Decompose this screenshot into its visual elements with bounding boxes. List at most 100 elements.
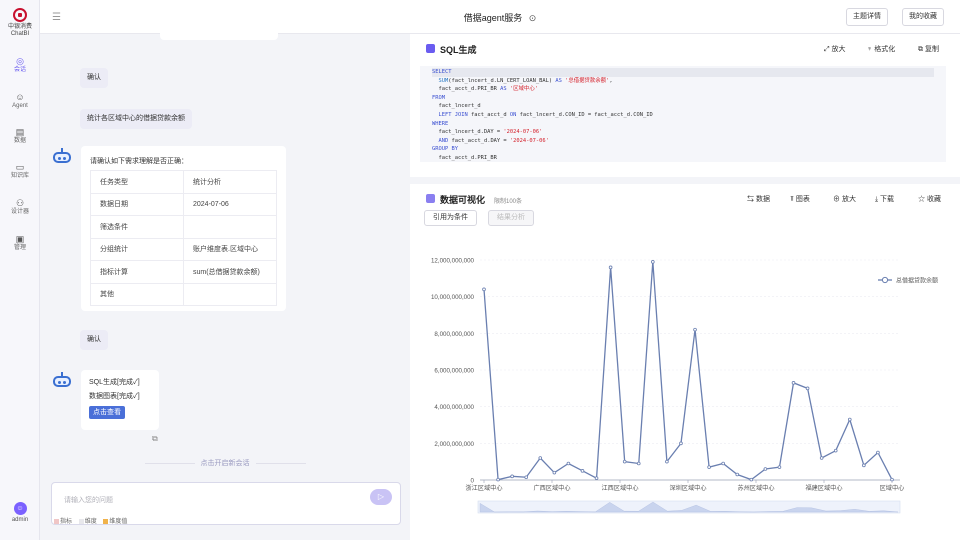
data-point [749,477,754,482]
table-row: 任务类型 统计分析 [90,170,277,194]
info-icon[interactable]: ⊙ [529,13,537,23]
zoom-chart-button[interactable]: ⊕ 放大 [833,194,856,204]
rail-item-designer[interactable]: ⚇ 设计器 [0,198,40,216]
y-tick-label: 6,000,000,000 [434,368,474,375]
tool-label: 下载 [880,196,895,203]
download-button[interactable]: ⤓ 下载 [875,194,894,204]
confirm-prompt: 请确认如下需求理解是否正确： [90,158,188,165]
send-button[interactable]: ▷ [370,489,392,505]
chart-view-button[interactable]: ⫪ 图表 [790,194,810,204]
sql-line: fact_lncert_d [432,103,481,110]
my-favorites-button[interactable]: 我的收藏 [902,8,944,26]
data-point [777,465,782,469]
rail-item-agent[interactable]: ☺ Agent [0,92,40,110]
rail-item-label: 会话 [13,67,26,73]
logo-text-line2: ChatBI [10,31,30,37]
data-point [791,381,796,385]
tool-label: 放大 [841,196,856,203]
x-tick-label: 江西区域中心 [601,484,638,492]
chat-input-box[interactable]: 请输入您的问题 ▷ 指标 维度 维度值 [51,482,401,525]
data-point [552,470,557,475]
rail-item-knowledge[interactable]: ▭ 知识库 [0,162,40,180]
data-point [693,327,697,332]
rail-item-label: Agent [12,103,28,109]
sql-line: WHERE [432,120,449,127]
page-title: 借据agent服务 ⊙ [40,11,960,24]
x-tick-label: 苏州区域中心 [737,484,774,492]
feedback-icon[interactable]: ⧉ [152,434,158,444]
tool-label: 图表 [795,196,810,203]
sql-line: AND fact_acct_d.DAY = '2024-07-06' [438,137,549,144]
table-key: 数据日期 [90,192,184,216]
zoom-button[interactable]: ⤢ 放大 [824,44,846,54]
data-point [665,459,669,464]
table-value: 统计分析 [183,170,277,194]
user-name: admin [11,517,29,523]
data-point [819,456,824,460]
chart-icon [426,194,435,203]
brand-logo[interactable]: 中银消费 ChatBI [0,8,40,38]
user-message: 确认 [80,330,108,350]
requirement-table: 任务类型 统计分析 数据日期 2024-07-06 筛选条件 分组统计 账户维度表.区… [90,170,277,306]
table-value [183,215,277,239]
sql-line: SELECT [432,68,934,77]
rail-item-label: 数据 [13,138,26,144]
data-point [876,450,880,455]
data-point [594,476,599,480]
row-limit: 限制100条 [494,199,523,205]
tool-label: 数据 [755,196,770,203]
star-icon: ☆ [918,196,927,203]
rail-item-chat[interactable]: ◎ 会话 [0,56,40,74]
new-session-label: 点击开启新会话 [200,460,250,467]
topic-detail-button[interactable]: 主题详情 [846,8,888,26]
legend-marker [881,276,889,284]
sql-line: LEFT JOIN fact_acct_d ON fact_lncert_d.C… [438,111,653,118]
new-session-link[interactable]: 点击开启新会话 [40,458,410,468]
view-result-button[interactable]: 点击查看 [89,406,125,419]
data-point [805,386,810,391]
data-point [721,461,725,466]
logo-text-line1: 中银消费 [7,24,32,30]
token-legend: 指标 维度 维度值 [54,516,132,525]
favorite-button[interactable]: ☆ 收藏 [918,194,941,204]
side-rail: 中银消费 ChatBI ◎ 会话 ☺ Agent ▤ 数据 ▭ 知识库 ⚇ 设计… [0,0,40,540]
x-tick-label: 浙江区域中心 [465,484,502,492]
database-icon: ▤ [15,127,25,137]
assistant-status-card: SQL生成[完成✓] 数据图表[完成✓] 点击查看 [81,370,159,430]
data-point [622,459,627,464]
y-axis-ticks: 0 2,000,000,000 4,000,000,000 6,000,000,000… [431,258,475,485]
line-chart[interactable]: 0 2,000,000,000 4,000,000,000 6,000,000,000… [410,224,960,540]
tool-label: 收藏 [926,196,941,203]
admin-icon: ▣ [15,234,25,244]
copy-button[interactable]: ⧉ 复制 [918,44,939,54]
visualization-title: 数据可视化 [440,195,486,205]
zoom-slider [477,500,901,514]
data-point [651,260,655,264]
sql-code-block[interactable]: SELECT SUM(fact_lncert_d.LN_CERT_LOAN_BA… [420,66,946,162]
data-point [847,417,852,422]
data-point [636,461,641,466]
tool-label: 复制 [924,46,939,53]
y-tick-label: 10,000,000,000 [431,294,475,301]
data-point [862,463,866,468]
sql-line: fact_acct_d.PRI_BR AS '区域中心' [432,86,538,93]
data-point [707,465,711,469]
legend-dimension-value: 维度值 [103,518,127,525]
y-tick-label: 8,000,000,000 [434,331,474,338]
data-view-button[interactable]: ⇆ 数据 [747,194,770,204]
sql-line: fact_lncert_d.DAY = '2024-07-06' [432,129,543,136]
x-tick-label: 广西区域中心 [533,484,570,492]
user-profile[interactable]: ☺ admin [0,502,40,523]
format-button[interactable]: ♆ 格式化 [867,44,895,54]
table-value: 账户维度表.区域中心 [183,237,277,261]
data-point [679,441,683,446]
data-point [890,477,894,482]
rail-item-data[interactable]: ▤ 数据 [0,127,40,145]
x-tick-label: 深圳区域中心 [669,484,706,492]
y-tick-label: 12,000,000,000 [431,258,475,265]
rail-item-admin[interactable]: ▣ 管理 [0,234,40,252]
data-point [538,456,543,460]
data-point [608,265,613,270]
chat-input-placeholder[interactable]: 请输入您的问题 [64,495,113,505]
table-row: 数据日期 2024-07-06 [90,192,277,216]
